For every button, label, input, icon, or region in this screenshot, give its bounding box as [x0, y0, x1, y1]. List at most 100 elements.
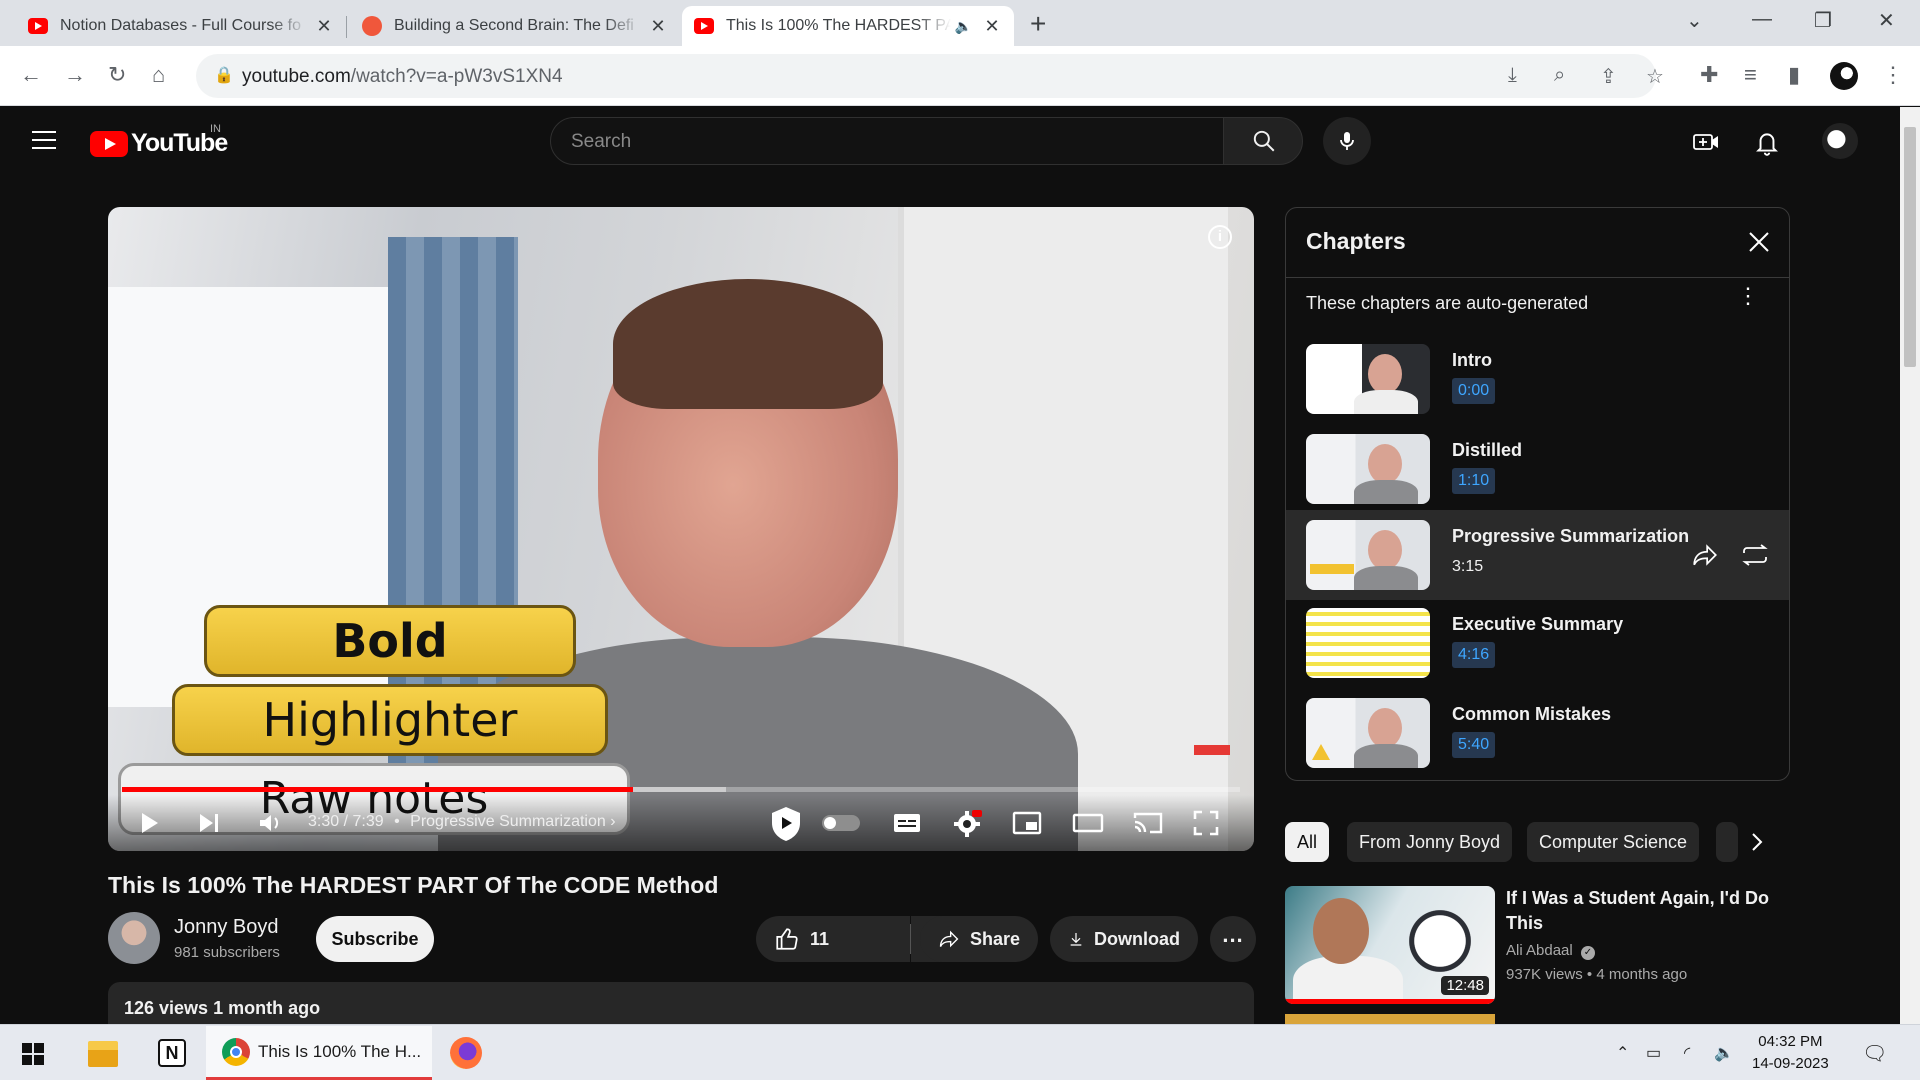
chapter-time[interactable]: 1:10 — [1452, 468, 1496, 494]
chapter-item-common-mistakes[interactable]: Common Mistakes 5:40 — [1286, 690, 1789, 780]
share-button[interactable]: Share — [920, 916, 1038, 962]
subscribe-watermark[interactable] — [1194, 745, 1230, 755]
chrome-menu-icon[interactable]: ⋮ — [1882, 62, 1904, 88]
share-chapter-icon[interactable] — [1691, 542, 1719, 568]
youtube-logo[interactable]: YouTube IN — [90, 123, 228, 158]
tab-notion-databases[interactable]: Notion Databases - Full Course fo ✕ — [16, 6, 347, 46]
windows-start-icon[interactable] — [22, 1043, 44, 1065]
next-video-icon[interactable] — [196, 809, 222, 837]
share-page-icon[interactable]: ⇪ — [1600, 64, 1617, 89]
notifications-bell-icon[interactable] — [1754, 129, 1780, 157]
search-button[interactable] — [1223, 117, 1303, 165]
like-button[interactable]: 11 — [756, 916, 910, 962]
show-hidden-icons-chevron-icon[interactable]: ⌃ — [1616, 1043, 1629, 1063]
chapter-time[interactable]: 0:00 — [1452, 378, 1496, 404]
miniplayer-icon[interactable] — [1012, 809, 1042, 837]
subscribe-button[interactable]: Subscribe — [316, 916, 434, 962]
profile-avatar[interactable] — [1830, 62, 1858, 90]
recommendation-title[interactable]: If I Was a Student Again, I'd Do This — [1506, 886, 1776, 936]
chapter-time[interactable]: 5:40 — [1452, 732, 1496, 758]
file-explorer-icon[interactable] — [88, 1041, 118, 1067]
channel-name[interactable]: Jonny Boyd — [174, 916, 279, 939]
zoom-icon[interactable]: ⌕ — [1554, 64, 1565, 87]
play-icon[interactable] — [138, 809, 162, 837]
chapter-item-progressive-summarization[interactable]: Progressive Summarization 3:15 — [1286, 510, 1789, 600]
scrollbar-thumb[interactable] — [1904, 127, 1916, 367]
search-input[interactable]: Search — [550, 117, 1224, 165]
theater-mode-icon[interactable] — [1072, 809, 1104, 837]
side-panel-icon[interactable]: ▮ — [1788, 62, 1800, 88]
chapter-time[interactable]: 3:15 — [1452, 554, 1489, 580]
meta-dot: • — [1586, 966, 1597, 983]
address-bar[interactable]: 🔒 youtube.com/watch?v=a-pW3vS1XN4 ⤓ ⌕ ⇪ … — [196, 54, 1664, 98]
info-icon[interactable]: i — [1208, 225, 1232, 249]
taskbar-clock[interactable]: 04:32 PM 14-09-2023 — [1752, 1031, 1829, 1075]
recommendation-thumbnail[interactable]: 12:48 — [1285, 886, 1495, 1004]
overlay-highlighter-label: Highlighter — [172, 684, 608, 756]
page-scrollbar[interactable] — [1900, 107, 1920, 1024]
home-icon[interactable]: ⌂ — [152, 62, 165, 88]
forward-arrow-icon[interactable]: → — [64, 62, 86, 88]
back-arrow-icon[interactable]: ← — [20, 62, 42, 88]
chevron-right-icon[interactable]: › — [610, 813, 615, 830]
notification-center-icon[interactable]: 🗨 — [1862, 1041, 1887, 1066]
close-icon[interactable] — [1745, 228, 1773, 256]
autoplay-toggle[interactable] — [822, 815, 860, 831]
speaker-icon[interactable]: 🔈 — [955, 18, 972, 35]
taskbar-chrome-window[interactable]: This Is 100% The H... — [206, 1026, 432, 1080]
next-recommendation-peek[interactable] — [1285, 1014, 1790, 1024]
loop-chapter-icon[interactable] — [1740, 542, 1770, 568]
battery-icon[interactable]: ▭ — [1646, 1043, 1661, 1063]
channel-avatar[interactable] — [108, 912, 160, 964]
minimize-button[interactable]: — — [1752, 8, 1772, 31]
menu-hamburger-icon[interactable] — [32, 131, 56, 149]
voice-search-button[interactable] — [1323, 117, 1371, 165]
subtitles-icon[interactable] — [892, 809, 922, 837]
cast-icon[interactable] — [1132, 809, 1164, 837]
extensions-puzzle-icon[interactable]: ✚ — [1700, 62, 1718, 88]
tab-hardest-part[interactable]: This Is 100% The HARDEST PA 🔈 ✕ — [682, 6, 1014, 46]
restore-button[interactable]: ❐ — [1814, 8, 1832, 33]
tab-building-second-brain[interactable]: Building a Second Brain: The Defi ✕ — [350, 6, 680, 46]
chapter-item-distilled[interactable]: Distilled 1:10 — [1286, 426, 1789, 516]
close-tab-icon[interactable]: ✕ — [648, 16, 668, 37]
more-actions-button[interactable]: ... — [1210, 916, 1256, 962]
more-vertical-icon[interactable]: ⋮ — [1737, 285, 1759, 307]
account-avatar[interactable] — [1822, 123, 1858, 159]
tab-search-icon[interactable]: ⌄ — [1686, 8, 1703, 33]
wifi-icon[interactable]: ◜ — [1684, 1043, 1690, 1063]
media-control-icon[interactable]: ≡ — [1744, 62, 1757, 88]
close-tab-icon[interactable]: ✕ — [314, 16, 334, 37]
close-tab-icon[interactable]: ✕ — [982, 16, 1002, 37]
sponsor-shield-icon[interactable] — [768, 805, 804, 843]
chapter-item-executive-summary[interactable]: Executive Summary 4:16 — [1286, 600, 1789, 690]
chip-from-channel[interactable]: From Jonny Boyd — [1347, 822, 1513, 862]
reload-icon[interactable]: ↻ — [108, 62, 126, 88]
progress-bar[interactable] — [122, 787, 1240, 792]
firefox-icon[interactable] — [450, 1037, 482, 1069]
volume-tray-icon[interactable]: 🔈 — [1714, 1043, 1734, 1063]
chapter-time[interactable]: 4:16 — [1452, 642, 1496, 668]
chip-all[interactable]: All — [1285, 822, 1330, 862]
notion-icon[interactable]: N — [158, 1039, 186, 1067]
lock-icon[interactable]: 🔒 — [214, 65, 234, 85]
new-tab-button[interactable]: + — [1030, 8, 1046, 40]
thumb-icon-cluster — [1395, 896, 1485, 986]
install-app-icon[interactable]: ⤓ — [1508, 64, 1517, 87]
bookmark-star-icon[interactable]: ☆ — [1646, 64, 1664, 89]
video-player[interactable]: Bold Highlighter Raw notes i 3:30 / 7:39… — [108, 207, 1254, 851]
auto-generated-note: These chapters are auto-generated — [1306, 293, 1589, 313]
create-video-icon[interactable] — [1692, 129, 1720, 155]
settings-gear-icon[interactable] — [952, 809, 982, 839]
close-window-button[interactable]: ✕ — [1878, 8, 1895, 33]
current-chapter-label[interactable]: Progressive Summarization — [410, 813, 606, 830]
recommendation-channel[interactable]: Ali Abdaal ✓ — [1506, 942, 1595, 960]
thumb-face — [1368, 530, 1402, 570]
volume-icon[interactable] — [256, 809, 284, 837]
chevron-right-icon[interactable] — [1745, 828, 1769, 856]
chip-computer-science[interactable]: Computer Science — [1527, 822, 1700, 862]
chapter-item-intro[interactable]: Intro 0:00 — [1286, 336, 1789, 426]
fullscreen-icon[interactable] — [1192, 809, 1220, 837]
chip-partial[interactable] — [1716, 822, 1738, 862]
download-button[interactable]: Download — [1050, 916, 1198, 962]
